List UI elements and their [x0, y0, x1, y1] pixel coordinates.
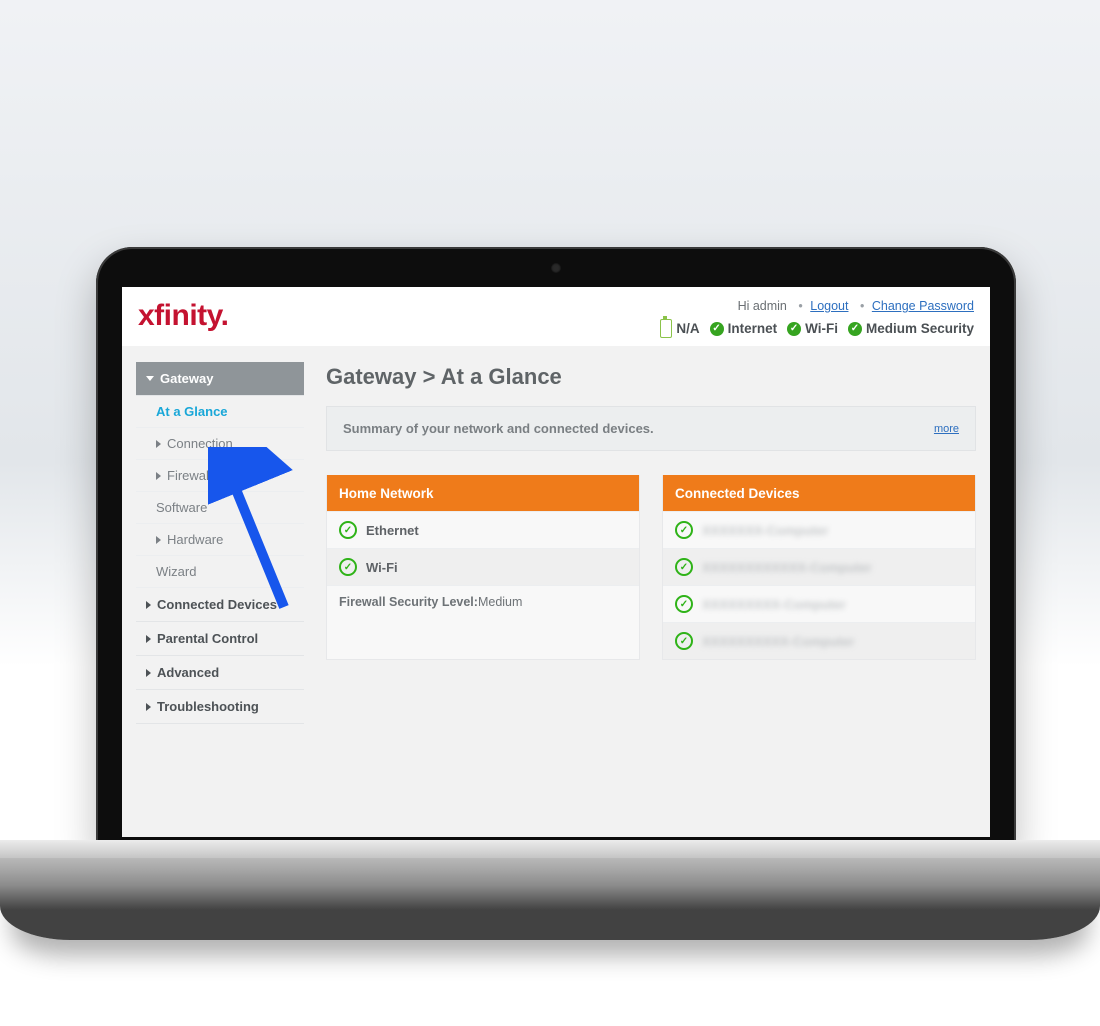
device-name: XXXXXXXXXXXX-Computer: [702, 560, 872, 575]
sidebar-item-label: Firewall: [167, 468, 212, 483]
status-security: ✓ Medium Security: [848, 321, 974, 336]
sidebar-item-label: Gateway: [160, 371, 213, 386]
sidebar-item-label: Parental Control: [157, 631, 258, 646]
sidebar-item-troubleshooting[interactable]: Troubleshooting: [136, 690, 304, 724]
sidebar-item-connected-devices[interactable]: Connected Devices: [136, 588, 304, 622]
device-name: XXXXXXXXX-Computer: [702, 597, 846, 612]
check-icon: ✓: [675, 521, 693, 539]
header-top-links: Hi admin • Logout • Change Password: [660, 299, 974, 313]
more-link[interactable]: more: [934, 423, 959, 435]
page-body: Gateway At a Glance Connection Firewall …: [122, 346, 990, 740]
check-icon: ✓: [675, 558, 693, 576]
greeting-text: Hi admin: [738, 299, 787, 313]
firewall-label: Firewall Security Level:: [339, 595, 478, 609]
chevron-right-icon: [156, 536, 161, 544]
change-password-link[interactable]: Change Password: [872, 299, 974, 313]
check-icon: ✓: [848, 322, 862, 336]
check-icon: ✓: [339, 558, 357, 576]
chevron-right-icon: [146, 703, 151, 711]
home-network-wifi: ✓ Wi-Fi: [327, 548, 639, 585]
chevron-right-icon: [156, 472, 161, 480]
device-name: XXXXXXX-Computer: [702, 523, 828, 538]
status-battery: N/A: [660, 319, 699, 338]
main-content: Gateway > At a Glance Summary of your ne…: [326, 362, 976, 724]
laptop-notch: [460, 840, 640, 854]
panel-header: Home Network: [327, 475, 639, 511]
check-icon: ✓: [675, 595, 693, 613]
status-security-label: Medium Security: [866, 321, 974, 336]
sidebar-item-label: Connection: [167, 436, 233, 451]
panel-header: Connected Devices: [663, 475, 975, 511]
sidebar-item-wizard[interactable]: Wizard: [136, 556, 304, 588]
sidebar-item-advanced[interactable]: Advanced: [136, 656, 304, 690]
sidebar-item-firewall[interactable]: Firewall: [136, 460, 304, 492]
summary-text: Summary of your network and connected de…: [343, 421, 654, 436]
status-wifi-label: Wi-Fi: [805, 321, 838, 336]
separator-icon: •: [798, 299, 802, 313]
page-header: xfinity. Hi admin • Logout • Change Pass…: [122, 287, 990, 346]
sidebar-item-gateway[interactable]: Gateway: [136, 362, 304, 396]
sidebar: Gateway At a Glance Connection Firewall …: [136, 362, 304, 724]
device-row[interactable]: ✓ XXXXXXXXXXXX-Computer: [663, 548, 975, 585]
status-internet-label: Internet: [728, 321, 778, 336]
device-name: XXXXXXXXXX-Computer: [702, 634, 854, 649]
check-icon: ✓: [675, 632, 693, 650]
panels: Home Network ✓ Ethernet ✓ Wi-Fi Firewall…: [326, 475, 976, 660]
sidebar-item-label: Advanced: [157, 665, 219, 680]
page-title: Gateway > At a Glance: [326, 364, 976, 390]
header-right: Hi admin • Logout • Change Password N/A …: [660, 299, 974, 338]
brand-logo: xfinity.: [138, 299, 228, 333]
device-row[interactable]: ✓ XXXXXXXXX-Computer: [663, 585, 975, 622]
separator-icon: •: [860, 299, 864, 313]
status-wifi: ✓ Wi-Fi: [787, 321, 838, 336]
status-bar: N/A ✓ Internet ✓ Wi-Fi ✓ Medium Security: [660, 319, 974, 338]
laptop-base: [0, 840, 1100, 940]
device-row[interactable]: ✓ XXXXXXX-Computer: [663, 511, 975, 548]
status-internet: ✓ Internet: [710, 321, 778, 336]
sidebar-item-label: Software: [156, 500, 207, 515]
sidebar-item-label: Troubleshooting: [157, 699, 259, 714]
chevron-right-icon: [146, 635, 151, 643]
home-network-panel: Home Network ✓ Ethernet ✓ Wi-Fi Firewall…: [326, 475, 640, 660]
check-icon: ✓: [339, 521, 357, 539]
chevron-right-icon: [146, 601, 151, 609]
status-battery-label: N/A: [676, 321, 699, 336]
chevron-down-icon: [146, 376, 154, 381]
brand-text: xfinity: [138, 299, 221, 332]
sidebar-item-label: Wizard: [156, 564, 196, 579]
chevron-right-icon: [146, 669, 151, 677]
home-network-ethernet: ✓ Ethernet: [327, 511, 639, 548]
sidebar-item-at-a-glance[interactable]: At a Glance: [136, 396, 304, 428]
sidebar-item-label: At a Glance: [156, 404, 228, 419]
firewall-value: Medium: [478, 595, 522, 609]
sidebar-item-software[interactable]: Software: [136, 492, 304, 524]
sidebar-item-label: Connected Devices: [157, 597, 277, 612]
device-row[interactable]: ✓ XXXXXXXXXX-Computer: [663, 622, 975, 659]
chevron-right-icon: [156, 440, 161, 448]
row-label: Ethernet: [366, 523, 419, 538]
logout-link[interactable]: Logout: [810, 299, 848, 313]
screen: xfinity. Hi admin • Logout • Change Pass…: [122, 287, 990, 837]
sidebar-item-hardware[interactable]: Hardware: [136, 524, 304, 556]
check-icon: ✓: [710, 322, 724, 336]
sidebar-item-connection[interactable]: Connection: [136, 428, 304, 460]
summary-bar: Summary of your network and connected de…: [326, 406, 976, 451]
laptop-frame: xfinity. Hi admin • Logout • Change Pass…: [96, 247, 1016, 847]
row-label: Wi-Fi: [366, 560, 398, 575]
webcam-icon: [551, 263, 561, 273]
sidebar-item-parental-control[interactable]: Parental Control: [136, 622, 304, 656]
firewall-level: Firewall Security Level:Medium: [327, 585, 639, 618]
connected-devices-panel: Connected Devices ✓ XXXXXXX-Computer ✓ X…: [662, 475, 976, 660]
check-icon: ✓: [787, 322, 801, 336]
sidebar-item-label: Hardware: [167, 532, 223, 547]
battery-icon: [660, 319, 672, 338]
